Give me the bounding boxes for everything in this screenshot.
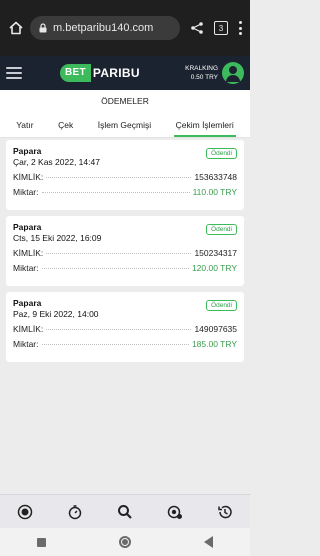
- id-value: 149097635: [194, 324, 237, 334]
- shield-badge-icon[interactable]: [166, 503, 184, 521]
- withdrawal-card: Papara Paz, 9 Eki 2022, 14:00 Ödendi KİM…: [6, 292, 244, 362]
- amount-row: Miktar: 185.00 TRY: [13, 339, 237, 350]
- transaction-date: Çar, 2 Kas 2022, 14:47: [13, 157, 100, 167]
- status-badge: Ödendi: [206, 224, 237, 235]
- payment-method: Papara: [13, 298, 42, 308]
- tabs-icon[interactable]: 3: [214, 21, 228, 35]
- withdrawal-card: Papara Çar, 2 Kas 2022, 14:47 Ödendi KİM…: [6, 140, 244, 210]
- transaction-date: Cts, 15 Eki 2022, 16:09: [13, 233, 102, 243]
- transaction-date: Paz, 9 Eki 2022, 14:00: [13, 309, 99, 319]
- amount-row: Miktar: 120.00 TRY: [13, 263, 237, 274]
- username: KRALKING: [185, 65, 218, 72]
- live-icon[interactable]: [16, 503, 34, 521]
- id-label: KİMLİK:: [13, 248, 44, 258]
- share-icon[interactable]: [190, 21, 204, 35]
- logo-bet: BET: [60, 64, 91, 82]
- id-label: KİMLİK:: [13, 172, 44, 182]
- home-button-icon[interactable]: [118, 536, 131, 548]
- id-row: KİMLİK: 150234317: [13, 248, 237, 259]
- stopwatch-icon[interactable]: [66, 503, 84, 521]
- tab-transaction-history[interactable]: İşlem Geçmişi: [96, 112, 153, 137]
- back-icon[interactable]: [204, 536, 214, 548]
- payment-method: Papara: [13, 146, 42, 156]
- tab-withdraw[interactable]: Çek: [56, 112, 75, 137]
- tab-withdrawal-transactions[interactable]: Çekim İşlemleri: [173, 112, 236, 137]
- recents-icon[interactable]: [36, 537, 46, 547]
- more-icon[interactable]: [238, 21, 242, 35]
- url-text: m.betparibu140.com: [53, 22, 154, 34]
- bottom-navigation: [0, 494, 250, 528]
- address-bar[interactable]: m.betparibu140.com: [30, 16, 180, 40]
- id-row: KİMLİK: 153633748: [13, 172, 237, 183]
- id-value: 153633748: [194, 172, 237, 182]
- amount-row: Miktar: 110.00 TRY: [13, 187, 237, 198]
- amount-label: Miktar:: [13, 263, 39, 273]
- payment-method: Papara: [13, 222, 42, 232]
- system-navigation: [0, 528, 250, 556]
- browser-toolbar: m.betparibu140.com 3: [0, 0, 250, 56]
- payment-tabs: Yatır Çek İşlem Geçmişi Çekim İşlemleri: [0, 112, 250, 138]
- id-row: KİMLİK: 149097635: [13, 324, 237, 335]
- status-badge: Ödendi: [206, 148, 237, 159]
- withdrawal-list: Papara Çar, 2 Kas 2022, 14:47 Ödendi KİM…: [6, 140, 244, 368]
- search-icon[interactable]: [116, 503, 134, 521]
- id-label: KİMLİK:: [13, 324, 44, 334]
- history-icon[interactable]: [216, 503, 234, 521]
- home-icon[interactable]: [8, 20, 24, 36]
- site-header: BET PARIBU KRALKING 0.50 TRY: [0, 56, 250, 90]
- status-badge: Ödendi: [206, 300, 237, 311]
- amount-label: Miktar:: [13, 339, 39, 349]
- amount-value: 120.00 TRY: [191, 263, 237, 273]
- amount-value: 110.00 TRY: [192, 187, 237, 197]
- avatar[interactable]: [222, 62, 244, 84]
- user-info[interactable]: KRALKING 0.50 TRY: [185, 64, 218, 82]
- withdrawal-card: Papara Cts, 15 Eki 2022, 16:09 Ödendi Kİ…: [6, 216, 244, 286]
- lock-icon: [39, 23, 47, 33]
- logo-paribu: PARIBU: [92, 66, 140, 80]
- menu-icon[interactable]: [6, 67, 22, 79]
- amount-value: 185.00 TRY: [191, 339, 237, 349]
- page-title: ÖDEMELER: [0, 90, 250, 112]
- balance: 0.50 TRY: [190, 74, 218, 81]
- id-value: 150234317: [194, 248, 237, 258]
- logo[interactable]: BET PARIBU: [60, 64, 140, 82]
- amount-label: Miktar:: [13, 187, 39, 197]
- tab-deposit[interactable]: Yatır: [14, 112, 35, 137]
